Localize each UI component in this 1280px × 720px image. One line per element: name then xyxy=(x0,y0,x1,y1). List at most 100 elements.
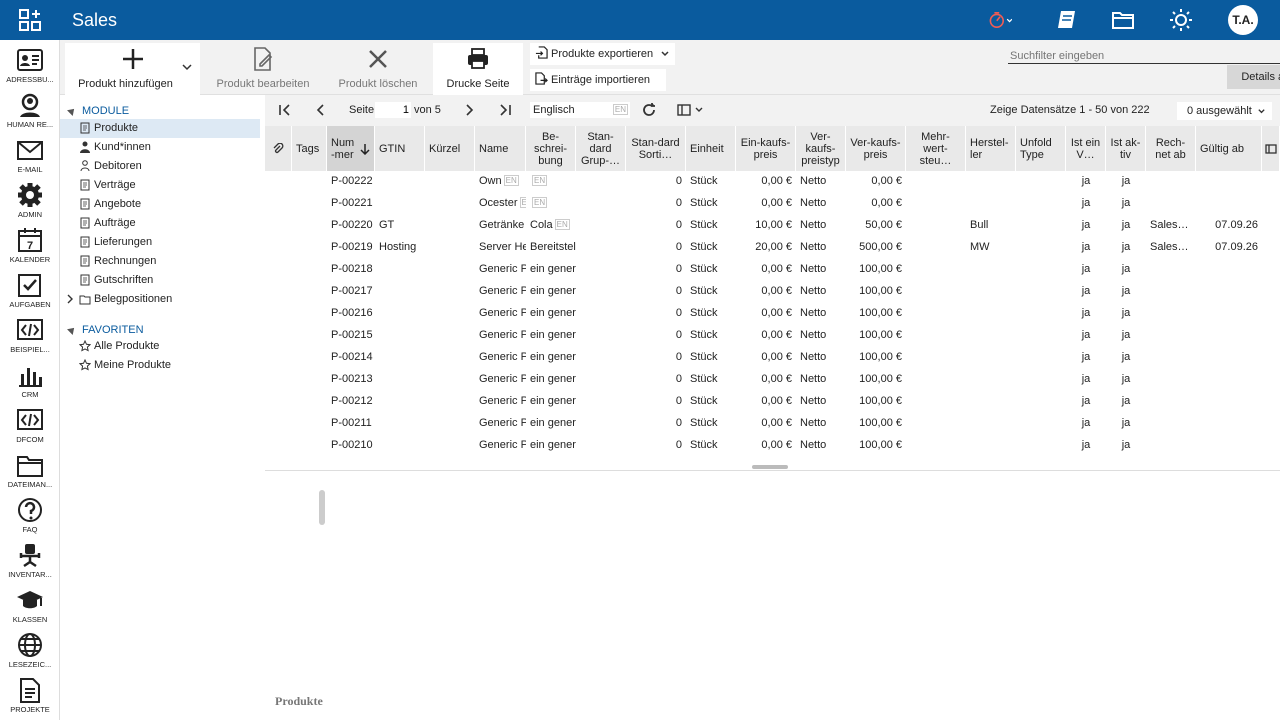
favorite-meine-produkte[interactable]: Meine Produkte xyxy=(60,356,260,375)
folder-icon[interactable] xyxy=(1111,8,1135,32)
column-header-2[interactable]: GTIN xyxy=(375,126,425,171)
tree-item-lieferungen[interactable]: Lieferungen xyxy=(60,233,260,252)
table-cell: P-00212 xyxy=(331,395,373,407)
column-header-7[interactable]: Stan-dard Sorti… xyxy=(626,126,686,171)
attachment-column-header[interactable] xyxy=(265,126,292,171)
column-layout-button[interactable] xyxy=(675,102,707,118)
column-header-15[interactable]: Ist ein V… xyxy=(1066,126,1106,171)
table-row[interactable]: P-00215 Generic P ein gener 0 Stück 0,00 € Net… xyxy=(265,324,1280,346)
import-entries-button[interactable]: Einträge importieren xyxy=(530,69,666,91)
table-cell: ja xyxy=(1121,395,1131,407)
selection-count-dropdown[interactable]: 0 ausgewählt xyxy=(1177,102,1272,120)
table-cell: 0 xyxy=(675,175,682,187)
nav-item-dfcom[interactable]: DFCOM xyxy=(0,403,59,448)
add-product-dropdown[interactable] xyxy=(180,60,198,74)
nav-item-dateiman[interactable]: DATEIMAN... xyxy=(0,448,59,493)
language-select[interactable]: Englisch EN xyxy=(530,102,630,118)
table-row[interactable]: P-00211 Generic P ein gener 0 Stück 0,00 € Net… xyxy=(265,412,1280,434)
column-header-17[interactable]: Rech-net ab xyxy=(1146,126,1196,171)
nav-item-aufgaben[interactable]: AUFGABEN xyxy=(0,268,59,313)
tree-item-rechnungen[interactable]: Rechnungen xyxy=(60,252,260,271)
chevron-right-icon[interactable] xyxy=(64,293,76,305)
nav-item-admin[interactable]: ADMIN xyxy=(0,178,59,223)
table-row[interactable]: P-00213 Generic P ein gener 0 Stück 0,00 € Net… xyxy=(265,368,1280,390)
page-number-input[interactable] xyxy=(375,102,411,118)
next-page-icon[interactable] xyxy=(461,102,477,118)
column-header-6[interactable]: Stan-dard Grup-… xyxy=(576,126,626,171)
column-chooser-button[interactable] xyxy=(1262,126,1280,171)
table-cell xyxy=(425,390,475,412)
tree-item-angebote[interactable]: Angebote xyxy=(60,195,260,214)
pane-resize-handle[interactable] xyxy=(319,490,325,525)
apps-grid-icon[interactable] xyxy=(18,8,42,32)
table-cell xyxy=(1196,280,1262,302)
column-header-16[interactable]: Ist ak-tiv xyxy=(1106,126,1146,171)
table-row[interactable]: P-00218 Generic P ein gener 0 Stück 0,00 € Net… xyxy=(265,258,1280,280)
search-input[interactable] xyxy=(1008,48,1280,64)
tree-item-kund-innen[interactable]: Kund*innen xyxy=(60,138,260,157)
previous-page-icon[interactable] xyxy=(313,102,329,118)
nav-item-faq[interactable]: FAQ xyxy=(0,493,59,538)
tree-item-aufträge[interactable]: Aufträge xyxy=(60,214,260,233)
column-header-18[interactable]: Gültig ab xyxy=(1196,126,1262,171)
column-header-3[interactable]: Kürzel xyxy=(425,126,475,171)
export-products-button[interactable]: Produkte exportieren xyxy=(530,43,675,65)
table-row[interactable]: P-00221 OcesterEN EN 0 Stück 0,00 € Netto 0,00 … xyxy=(265,192,1280,214)
table-row[interactable]: P-00222 Own EN EN 0 Stück 0,00 € Netto 0,00 € ja j… xyxy=(265,170,1280,192)
chevron-down-icon xyxy=(661,51,669,57)
table-row[interactable]: P-00220 GT Getränke Cola EN 0 Stück 10,00 € Nett… xyxy=(265,214,1280,236)
nav-item-beispiel[interactable]: BEISPIEL... xyxy=(0,313,59,358)
table-cell xyxy=(425,324,475,346)
tree-item-verträge[interactable]: Verträge xyxy=(60,176,260,195)
column-header-8[interactable]: Einheit xyxy=(686,126,736,171)
nav-item-lesezeic[interactable]: LESEZEIC... xyxy=(0,628,59,673)
edit-product-button[interactable]: Produkt bearbeiten xyxy=(210,43,316,95)
first-page-icon[interactable] xyxy=(277,102,293,118)
column-header-13[interactable]: Herstel-ler xyxy=(966,126,1016,171)
nav-item-e-mail[interactable]: E-MAIL xyxy=(0,133,59,178)
column-header-12[interactable]: Mehr-wert-steu… xyxy=(906,126,966,171)
nav-item-projekte[interactable]: PROJEKTE xyxy=(0,673,59,718)
table-cell: EN xyxy=(526,192,576,214)
refresh-icon[interactable] xyxy=(641,102,657,118)
nav-item-klassen[interactable]: KLASSEN xyxy=(0,583,59,628)
column-header-4[interactable]: Name xyxy=(475,126,526,171)
table-row[interactable]: P-00219 Hosting Server He Bereitstel 0 Stück 2… xyxy=(265,236,1280,258)
book-icon[interactable] xyxy=(1055,8,1079,32)
collapse-icon xyxy=(67,325,77,335)
table-row[interactable]: P-00214 Generic P ein gener 0 Stück 0,00 € Net… xyxy=(265,346,1280,368)
column-header-14[interactable]: Unfold Type xyxy=(1016,126,1066,171)
column-header-5[interactable]: Be-schrei-bung xyxy=(526,126,576,171)
last-page-icon[interactable] xyxy=(497,102,513,118)
tree-item-gutschriften[interactable]: Gutschriften xyxy=(60,271,260,290)
user-avatar[interactable]: T.A. xyxy=(1228,5,1258,35)
nav-item-human-re[interactable]: HUMAN RE... xyxy=(0,88,59,133)
tree-item-debitoren[interactable]: Debitoren xyxy=(60,157,260,176)
print-page-button[interactable]: Drucke Seite xyxy=(433,43,523,95)
nav-item-crm[interactable]: CRM xyxy=(0,358,59,403)
column-header-10[interactable]: Ver-kaufs-preistyp xyxy=(796,126,846,171)
favorites-section-header[interactable]: FAVORITEN xyxy=(67,324,144,336)
sun-icon[interactable] xyxy=(1169,8,1193,32)
nav-item-inventar[interactable]: INVENTAR... xyxy=(0,538,59,583)
table-cell: Stück xyxy=(690,417,718,429)
timer-icon[interactable] xyxy=(988,8,1012,32)
show-details-button[interactable]: Details anzeigen xyxy=(1227,65,1280,89)
modules-section-header[interactable]: MODULE xyxy=(67,105,129,117)
table-row[interactable]: P-00212 Generic P ein gener 0 Stück 0,00 € Net… xyxy=(265,390,1280,412)
tree-item-belegpositionen[interactable]: Belegpositionen xyxy=(60,290,260,309)
table-row[interactable]: P-00216 Generic P ein gener 0 Stück 0,00 € Net… xyxy=(265,302,1280,324)
column-header-11[interactable]: Ver-kaufs-preis xyxy=(846,126,906,171)
table-row[interactable]: P-00217 Generic P ein gener 0 Stück 0,00 € Net… xyxy=(265,280,1280,302)
column-header-0[interactable]: Tags xyxy=(292,126,327,171)
column-header-9[interactable]: Ein-kaufs-preis xyxy=(736,126,796,171)
tree-item-produkte[interactable]: Produkte xyxy=(60,119,260,138)
favorite-alle-produkte[interactable]: Alle Produkte xyxy=(60,337,260,356)
column-header-1[interactable]: Num-mer xyxy=(327,126,375,171)
horizontal-scrollbar[interactable] xyxy=(752,465,788,469)
nav-item-kalender[interactable]: 7 KALENDER xyxy=(0,223,59,268)
delete-product-button[interactable]: Produkt löschen xyxy=(332,43,424,95)
table-cell: Stück xyxy=(690,307,718,319)
table-cell: ja xyxy=(1081,351,1091,363)
table-row[interactable]: P-00210 Generic P ein gener 0 Stück 0,00 € Net… xyxy=(265,434,1280,456)
